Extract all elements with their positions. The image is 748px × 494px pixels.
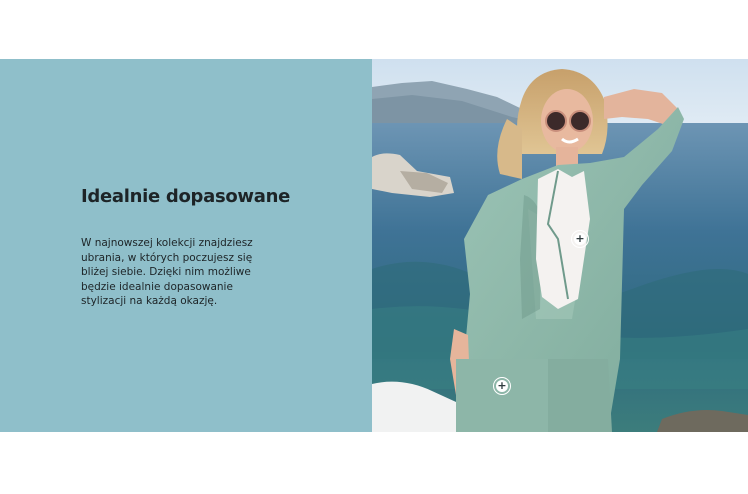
beach-scene-photo [372, 59, 748, 432]
banner-description: W najnowszej kolekcji znajdziesz ubrania… [81, 237, 253, 307]
shirt-hotspot-button[interactable]: + [571, 230, 589, 248]
text-panel: Idealnie dopasowane W najnowszej kolekcj… [0, 59, 372, 432]
product-photo: + + [372, 59, 748, 432]
plus-icon: + [496, 379, 508, 392]
product-banner: Idealnie dopasowane W najnowszej kolekcj… [0, 59, 748, 432]
trousers-hotspot-button[interactable]: + [493, 377, 511, 395]
plus-icon: + [574, 232, 586, 245]
banner-title: Idealnie dopasowane [81, 186, 291, 207]
